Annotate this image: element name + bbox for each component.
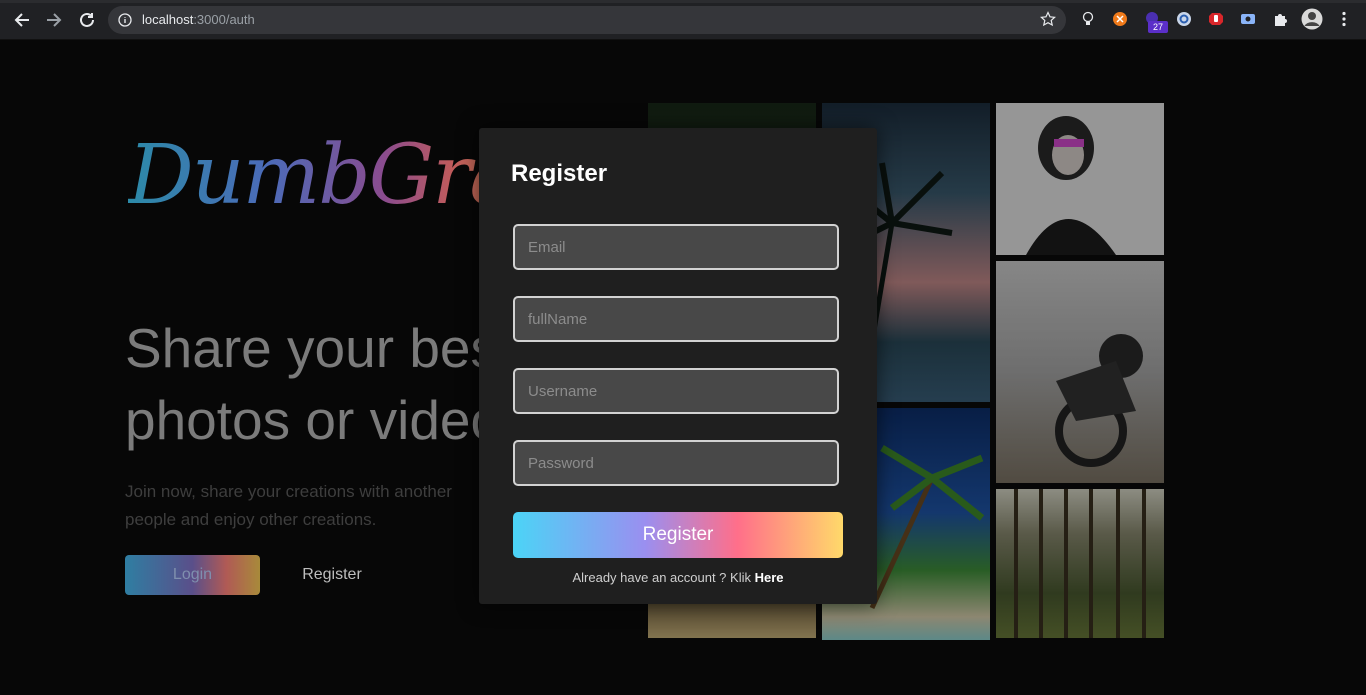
profile-avatar-icon[interactable] [1301, 8, 1323, 30]
blue-circle-extension-icon[interactable] [1174, 9, 1194, 29]
url-text: localhost:3000/auth [142, 12, 255, 27]
tab-strip [0, 0, 1366, 3]
red-hand-extension-icon[interactable] [1206, 9, 1226, 29]
headline-line-1: Share your best [125, 317, 505, 379]
email-field[interactable] [513, 224, 839, 270]
already-text: Already have an account ? Klik [572, 570, 751, 585]
url-host: localhost [142, 12, 194, 27]
register-button[interactable]: Register [280, 555, 384, 595]
reload-icon[interactable] [75, 8, 99, 32]
info-icon[interactable] [118, 12, 132, 31]
orange-extension-icon[interactable] [1110, 9, 1130, 29]
username-field[interactable] [513, 368, 839, 414]
photo-motorcycle-sand [996, 261, 1164, 483]
fullname-field[interactable] [513, 296, 839, 342]
photo-tall-forest [996, 489, 1164, 638]
kebab-menu-icon[interactable] [1334, 9, 1354, 29]
login-button[interactable]: Login [125, 555, 260, 595]
back-arrow-icon[interactable] [10, 8, 34, 32]
address-bar[interactable]: localhost:3000/auth [108, 6, 1066, 34]
screen-extension-icon[interactable] [1238, 9, 1258, 29]
lightbulb-extension-icon[interactable] [1078, 9, 1098, 29]
forward-arrow-icon[interactable] [42, 8, 66, 32]
url-path: :3000/auth [193, 12, 255, 27]
register-modal: Register Register Already have an accoun… [479, 128, 877, 604]
login-prompt: Already have an account ? Klik Here [479, 570, 877, 585]
here-link[interactable]: Here [755, 570, 784, 585]
star-icon[interactable] [1040, 11, 1056, 31]
extension-badge: 27 [1148, 21, 1168, 33]
photo-woman-portrait [996, 103, 1164, 255]
browser-toolbar: localhost:3000/auth 27 [0, 0, 1366, 40]
modal-title: Register [511, 160, 608, 187]
headline-line-2: photos or videos [125, 389, 505, 451]
hero-headline: Share your best photos or videos [125, 312, 505, 456]
puzzle-icon[interactable] [1270, 9, 1290, 29]
register-submit-button[interactable]: Register [513, 512, 843, 558]
hero-subtext: Join now, share your creations with anot… [125, 482, 452, 529]
password-field[interactable] [513, 440, 839, 486]
